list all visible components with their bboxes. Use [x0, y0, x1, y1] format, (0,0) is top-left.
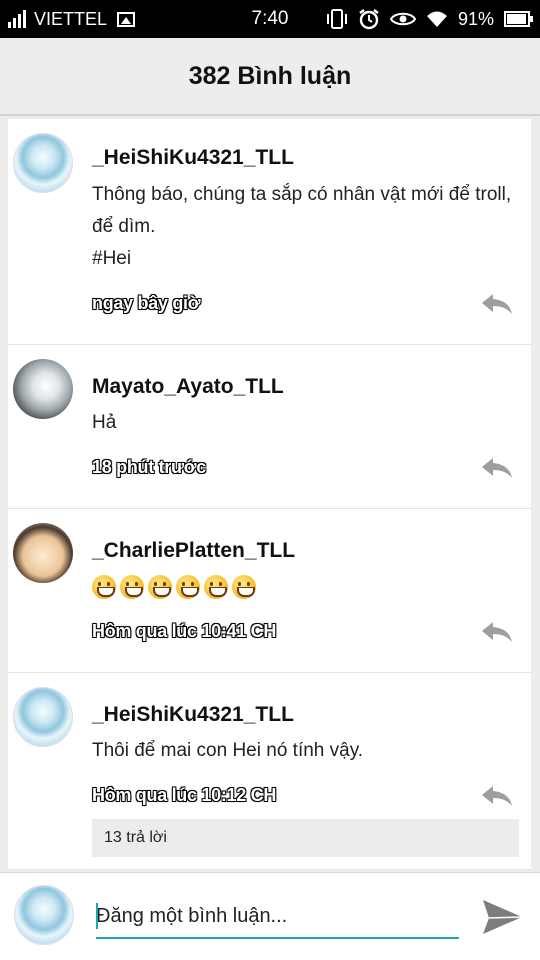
comment-line: #Hei: [92, 248, 132, 269]
vibrate-icon: [326, 9, 347, 29]
send-icon[interactable]: [480, 897, 524, 937]
reply-icon[interactable]: [481, 785, 513, 807]
comment-author[interactable]: _CharliePlatten_TLL: [92, 539, 295, 563]
grin-emoji-icon: [148, 575, 172, 599]
view-replies-button[interactable]: 13 trả lời: [92, 819, 519, 857]
comment-composer: [0, 872, 540, 960]
grin-emoji-icon: [204, 575, 228, 599]
grin-emoji-icon: [92, 575, 116, 599]
comment-input-wrapper[interactable]: [96, 897, 459, 939]
comment-author[interactable]: _HeiShiKu4321_TLL: [92, 146, 294, 170]
comment-text: Hả: [92, 407, 517, 439]
comments-header: 382 Bình luận: [0, 38, 540, 116]
comment-line: Thôi để mai con Hei nó tính vậy.: [92, 740, 364, 761]
alarm-icon: [359, 9, 379, 30]
reply-icon[interactable]: [481, 457, 513, 479]
comment-time: ngay bây giờ: [92, 293, 201, 313]
comment-item: Mayato_Ayato_TLL Hả 18 phút trước: [8, 345, 531, 509]
wifi-icon: [426, 11, 447, 27]
avatar[interactable]: [13, 133, 73, 193]
grin-emoji-icon: [176, 575, 200, 599]
comment-time: Hôm qua lúc 10:41 CH: [92, 621, 277, 641]
comment-item: _CharliePlatten_TLL Hôm qua lúc 10:41 CH: [8, 509, 531, 673]
comment-item: _HeiShiKu4321_TLL Thôi để mai con Hei nó…: [8, 673, 531, 870]
comment-list[interactable]: _HeiShiKu4321_TLL Thông báo, chúng ta sắ…: [8, 119, 531, 870]
battery-percent: 91%: [457, 8, 494, 29]
comment-author[interactable]: Mayato_Ayato_TLL: [92, 375, 284, 399]
reply-icon[interactable]: [481, 621, 513, 643]
comment-author[interactable]: _HeiShiKu4321_TLL: [92, 703, 294, 727]
comment-line: Hả: [92, 412, 117, 433]
comment-text: Thôi để mai con Hei nó tính vậy.: [92, 735, 517, 767]
comment-text: Thông báo, chúng ta sắp có nhân vật mới …: [92, 179, 517, 275]
comment-item: _HeiShiKu4321_TLL Thông báo, chúng ta sắ…: [8, 119, 531, 345]
emoji-row: [92, 575, 517, 599]
comment-line: Thông báo, chúng ta sắp có nhân vật mới …: [92, 184, 512, 237]
avatar[interactable]: [13, 359, 73, 419]
avatar[interactable]: [13, 687, 73, 747]
avatar: [14, 885, 74, 945]
eye-icon: [389, 12, 416, 26]
status-bar: VIETTEL 7:40 91%: [0, 0, 540, 38]
comment-text: [92, 575, 517, 599]
text-cursor: [96, 903, 98, 929]
battery-icon: [504, 11, 533, 27]
comment-input[interactable]: [96, 897, 459, 935]
reply-icon[interactable]: [481, 293, 513, 315]
comment-time: Hôm qua lúc 10:12 CH: [92, 785, 277, 805]
grin-emoji-icon: [120, 575, 144, 599]
avatar[interactable]: [13, 523, 73, 583]
comment-time: 18 phút trước: [92, 457, 206, 477]
status-right: 91%: [326, 0, 533, 38]
page-title: 382 Bình luận: [188, 62, 352, 90]
grin-emoji-icon: [232, 575, 256, 599]
